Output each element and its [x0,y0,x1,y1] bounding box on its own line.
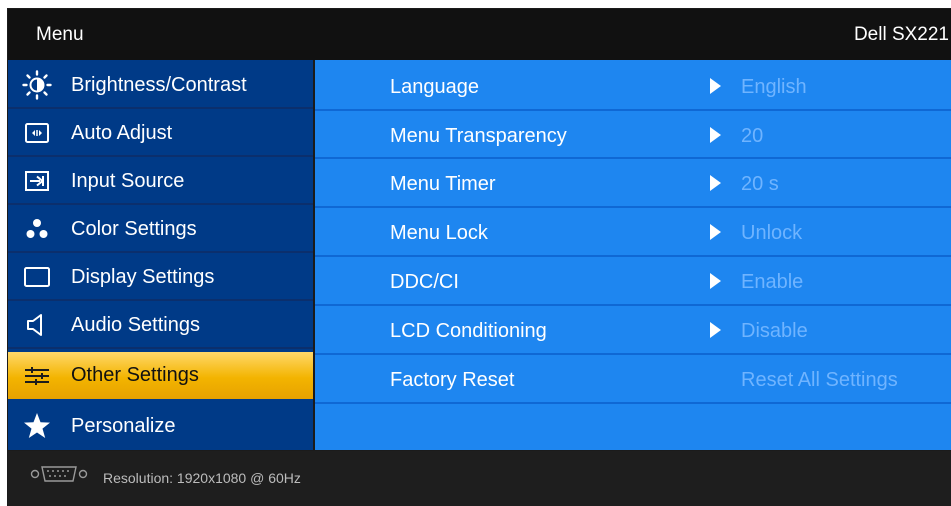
setting-ddc-ci[interactable]: DDC/CI Enable [315,257,951,304]
auto-adjust-icon [25,123,49,143]
setting-language[interactable]: Language English [315,62,951,109]
star-icon [24,413,50,438]
nav-item-label: Auto Adjust [71,122,173,144]
setting-value: 20 s [741,173,779,195]
nav-item-color-settings[interactable]: Color Settings [8,206,313,251]
osd-header: Menu Dell SX221 [8,9,951,60]
monitor-model: Dell SX221 [853,24,949,45]
nav-item-personalize[interactable]: Personalize [8,403,313,448]
osd-main-menu: Brightness/Contrast Auto Adjust Input So… [8,60,313,450]
resolution-readout: Resolution: 1920x1080 @ 60Hz [103,470,301,486]
setting-value: Disable [741,320,808,342]
setting-name: Menu Lock [390,222,488,244]
nav-item-other-settings[interactable]: Other Settings [8,352,313,399]
monitor-osd: Menu Dell SX221 Brightness/Contrast Auto… [0,0,951,506]
setting-name: Menu Transparency [390,125,567,147]
setting-name: LCD Conditioning [390,320,547,342]
setting-name: DDC/CI [390,271,459,293]
input-source-icon [25,171,49,191]
setting-value: 20 [741,125,764,147]
nav-item-auto-adjust[interactable]: Auto Adjust [8,110,313,155]
nav-item-label: Other Settings [71,364,199,386]
arrow-right-icon [710,78,721,94]
nav-item-display-settings[interactable]: Display Settings [8,254,313,299]
nav-item-input-source[interactable]: Input Source [8,158,313,203]
speaker-icon [27,314,42,336]
color-settings-icon [26,219,48,238]
arrow-right-icon [710,322,721,338]
arrow-right-icon [710,224,721,240]
other-settings-panel: Language English Menu Transparency 20 Me… [315,60,951,450]
setting-factory-reset[interactable]: Factory Reset Reset All Settings [315,355,951,402]
arrow-right-icon [710,273,721,289]
sliders-icon [25,367,49,385]
setting-menu-lock[interactable]: Menu Lock Unlock [315,208,951,255]
setting-value: Unlock [741,222,803,244]
nav-item-label: Audio Settings [71,314,200,336]
setting-name: Factory Reset [390,369,515,391]
nav-item-label: Personalize [71,415,176,437]
setting-value: Enable [741,271,804,293]
menu-title: Menu [36,24,84,45]
display-icon [24,267,50,287]
nav-item-label: Color Settings [71,218,197,240]
setting-menu-transparency[interactable]: Menu Transparency 20 [315,111,951,158]
setting-lcd-conditioning[interactable]: LCD Conditioning Disable [315,306,951,353]
setting-menu-timer[interactable]: Menu Timer 20 s [315,159,951,206]
brightness-icon [22,70,52,100]
vga-connector-icon [30,466,88,482]
nav-item-label: Display Settings [71,266,215,288]
nav-item-label: Brightness/Contrast [71,74,247,96]
setting-value: English [741,76,807,98]
osd-footer: Resolution: 1920x1080 @ 60Hz [8,451,951,506]
setting-name: Language [390,76,479,98]
nav-item-label: Input Source [71,170,185,192]
setting-name: Menu Timer [390,173,496,195]
arrow-right-icon [710,127,721,143]
setting-value: Reset All Settings [741,369,898,391]
arrow-right-icon [710,175,721,191]
nav-item-brightness-contrast[interactable]: Brightness/Contrast [8,62,313,107]
nav-item-audio-settings[interactable]: Audio Settings [8,302,313,347]
